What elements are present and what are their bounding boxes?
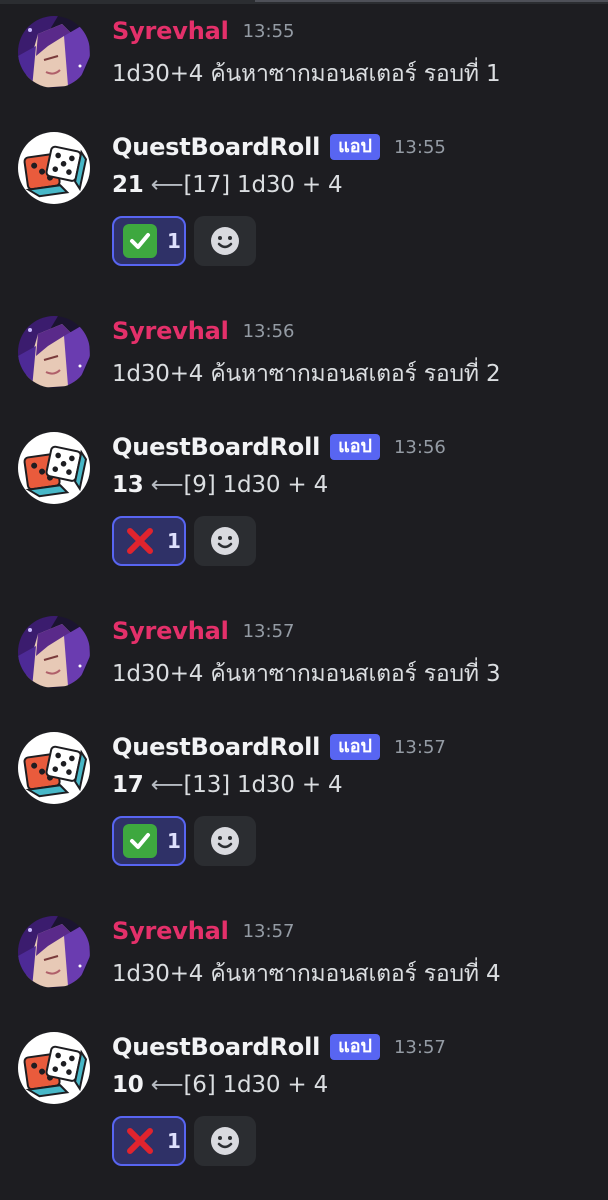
username[interactable]: QuestBoardRoll	[112, 733, 320, 761]
bot-avatar[interactable]	[18, 132, 90, 204]
add-reaction-button[interactable]	[194, 216, 256, 266]
timestamp: 13:57	[393, 736, 446, 758]
reactions-bar: 1	[112, 516, 256, 566]
roll-detail: [13] 1d30 + 4	[183, 772, 343, 798]
app-badge: แอป	[330, 1034, 380, 1060]
username[interactable]: QuestBoardRoll	[112, 1033, 320, 1061]
roll-result: 21 ⟵[17] 1d30 + 4	[112, 172, 343, 198]
username[interactable]: QuestBoardRoll	[112, 433, 320, 461]
reactions-bar: 1	[112, 216, 256, 266]
reaction-check[interactable]: 1	[112, 216, 186, 266]
reaction-count: 1	[167, 1129, 181, 1153]
timestamp: 13:57	[393, 1036, 446, 1058]
check-mark-button-icon	[123, 824, 157, 858]
app-badge: แอป	[330, 134, 380, 160]
message-text: 1d30+4 ค้นหาซากมอนสเตอร์ รอบที่ 3	[112, 661, 501, 687]
username[interactable]: Syrevhal	[112, 317, 229, 345]
smiley-icon	[211, 827, 239, 855]
reaction-count: 1	[167, 529, 181, 553]
add-reaction-button[interactable]	[194, 516, 256, 566]
reaction-cross[interactable]: 1	[112, 1116, 186, 1166]
roll-result: 10 ⟵[6] 1d30 + 4	[112, 1072, 328, 1098]
timestamp: 13:57	[242, 620, 295, 642]
roll-arrow: ⟵	[143, 472, 184, 498]
roll-result: 17 ⟵[13] 1d30 + 4	[112, 772, 343, 798]
add-reaction-button[interactable]	[194, 816, 256, 866]
cross-mark-icon	[123, 524, 157, 558]
username[interactable]: Syrevhal	[112, 617, 229, 645]
username[interactable]: Syrevhal	[112, 17, 229, 45]
user-avatar[interactable]	[18, 616, 90, 688]
roll-detail: [17] 1d30 + 4	[183, 172, 343, 198]
bot-avatar[interactable]	[18, 432, 90, 504]
reactions-bar: 1	[112, 1116, 256, 1166]
reactions-bar: 1	[112, 816, 256, 866]
user-avatar[interactable]	[18, 916, 90, 988]
user-avatar[interactable]	[18, 16, 90, 88]
roll-total: 21	[112, 172, 144, 198]
cross-mark-icon	[123, 1124, 157, 1158]
top-divider	[0, 0, 608, 4]
check-mark-button-icon	[123, 224, 157, 258]
roll-total: 17	[112, 772, 144, 798]
smiley-icon	[211, 1127, 239, 1155]
username[interactable]: Syrevhal	[112, 917, 229, 945]
user-avatar[interactable]	[18, 316, 90, 388]
roll-detail: [6] 1d30 + 4	[183, 1072, 329, 1098]
timestamp: 13:57	[242, 920, 295, 942]
timestamp: 13:55	[242, 20, 295, 42]
add-reaction-button[interactable]	[194, 1116, 256, 1166]
roll-total: 10	[112, 1072, 144, 1098]
timestamp: 13:55	[393, 136, 446, 158]
username[interactable]: QuestBoardRoll	[112, 133, 320, 161]
bot-avatar[interactable]	[18, 1032, 90, 1104]
app-badge: แอป	[330, 734, 380, 760]
roll-total: 13	[112, 472, 144, 498]
reaction-check[interactable]: 1	[112, 816, 186, 866]
roll-arrow: ⟵	[143, 1072, 184, 1098]
smiley-icon	[211, 527, 239, 555]
roll-arrow: ⟵	[143, 772, 184, 798]
message-text: 1d30+4 ค้นหาซากมอนสเตอร์ รอบที่ 1	[112, 61, 501, 87]
reaction-count: 1	[167, 229, 181, 253]
roll-result: 13 ⟵[9] 1d30 + 4	[112, 472, 328, 498]
message-text: 1d30+4 ค้นหาซากมอนสเตอร์ รอบที่ 2	[112, 361, 501, 387]
bot-avatar[interactable]	[18, 732, 90, 804]
roll-detail: [9] 1d30 + 4	[183, 472, 329, 498]
message-text: 1d30+4 ค้นหาซากมอนสเตอร์ รอบที่ 4	[112, 961, 501, 987]
reaction-count: 1	[167, 829, 181, 853]
timestamp: 13:56	[242, 320, 295, 342]
timestamp: 13:56	[393, 436, 446, 458]
roll-arrow: ⟵	[143, 172, 184, 198]
app-badge: แอป	[330, 434, 380, 460]
reaction-cross[interactable]: 1	[112, 516, 186, 566]
smiley-icon	[211, 227, 239, 255]
